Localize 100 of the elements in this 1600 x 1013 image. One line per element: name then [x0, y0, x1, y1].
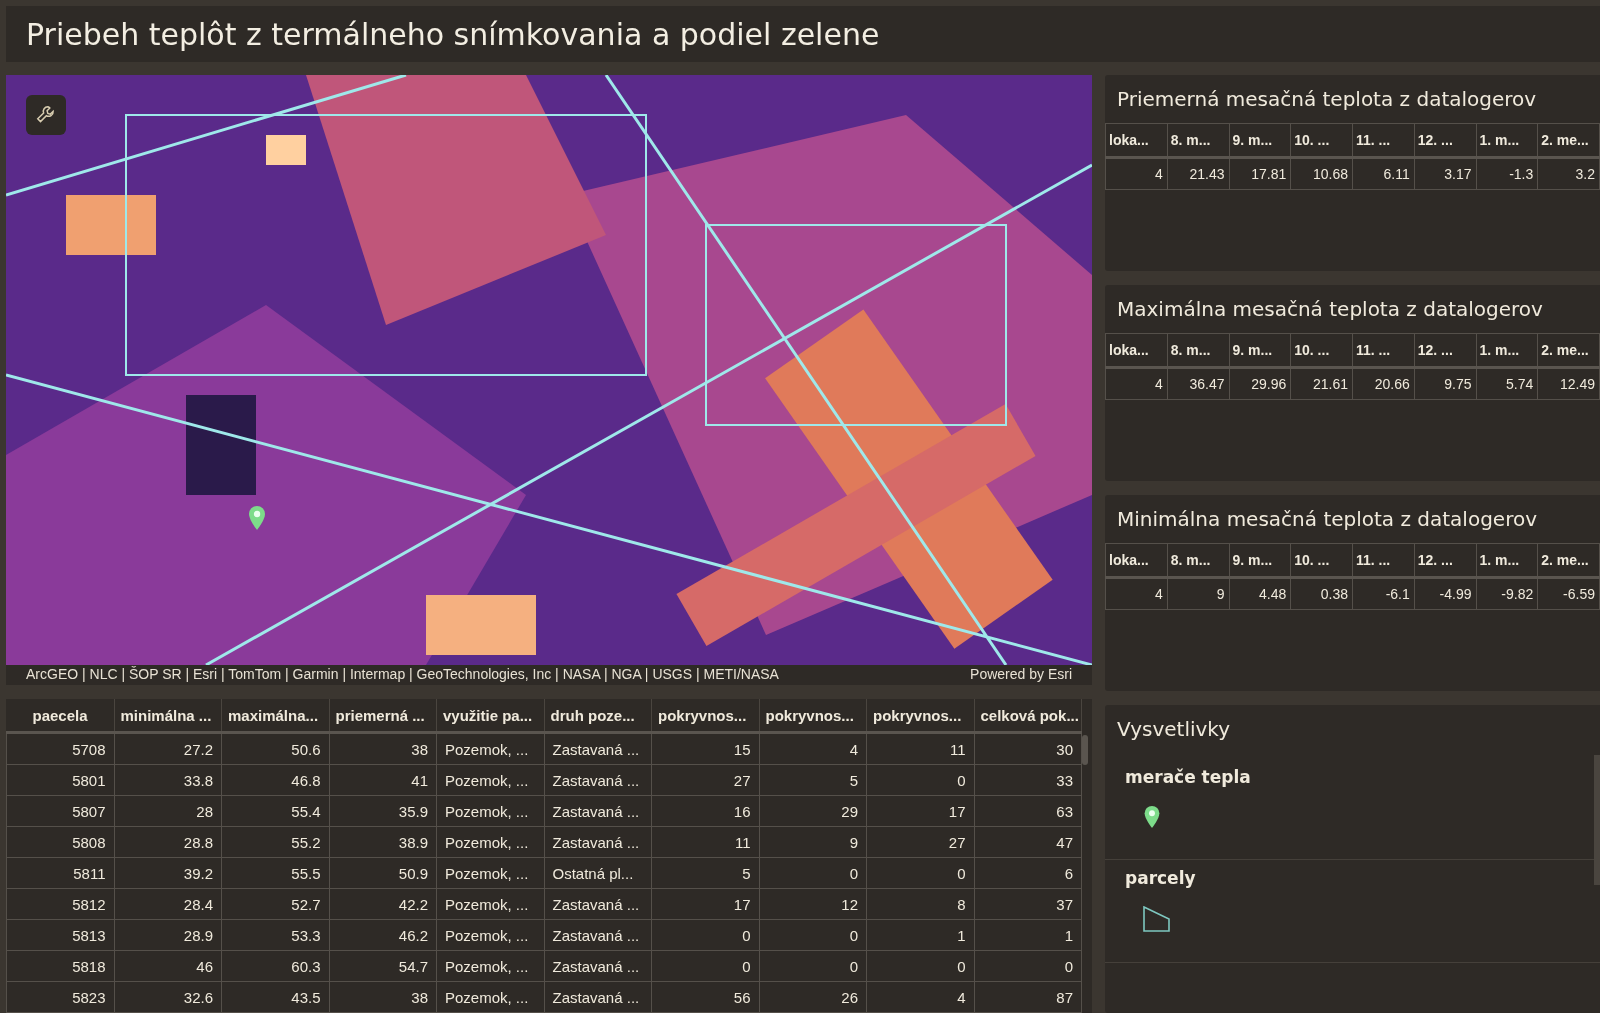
column-header[interactable]: 11. ...: [1352, 543, 1415, 578]
column-header[interactable]: využitie pa...: [436, 699, 544, 733]
table-cell: 39.2: [114, 857, 222, 889]
table-cell: Zastavaná ...: [544, 981, 652, 1013]
table-cell: 50.6: [221, 732, 329, 765]
column-header[interactable]: 1. m...: [1476, 123, 1538, 158]
column-header[interactable]: 1. m...: [1476, 543, 1538, 578]
table-cell: Pozemok, ...: [436, 919, 544, 951]
table-cell: 9.75: [1414, 367, 1476, 400]
table-cell: 52.7: [221, 888, 329, 920]
table-cell: 21.43: [1167, 157, 1229, 190]
table-cell: 6.11: [1352, 157, 1415, 190]
table-cell: 46.2: [329, 919, 437, 951]
table-cell: 29: [759, 795, 867, 827]
table-cell: 26: [759, 981, 867, 1013]
column-header[interactable]: 10. ...: [1290, 543, 1353, 578]
table-cell: 5: [759, 764, 867, 796]
column-header[interactable]: 12. ...: [1414, 123, 1476, 158]
dashboard-title: Priebeh teplôt z termálneho snímkovania a podiel zelene: [26, 16, 880, 52]
table-cell: Pozemok, ...: [436, 857, 544, 889]
column-header[interactable]: 9. m...: [1229, 543, 1291, 578]
table-cell: 27.2: [114, 732, 222, 765]
column-header[interactable]: 9. m...: [1229, 123, 1291, 158]
column-header[interactable]: 2. me...: [1537, 123, 1600, 158]
table-cell: Pozemok, ...: [436, 732, 544, 765]
column-header[interactable]: loka...: [1105, 543, 1168, 578]
table-cell: 35.9: [329, 795, 437, 827]
column-header[interactable]: pokryvnos...: [866, 699, 974, 733]
table-cell: 29.96: [1229, 367, 1291, 400]
table-cell: 28: [114, 795, 222, 827]
table-cell: 38: [329, 732, 437, 765]
column-header[interactable]: druh poze...: [544, 699, 652, 733]
column-header[interactable]: 10. ...: [1290, 123, 1353, 158]
column-header[interactable]: 9. m...: [1229, 333, 1291, 368]
table-cell: 0: [759, 950, 867, 982]
table-cell: 42.2: [329, 888, 437, 920]
column-header[interactable]: 2. me...: [1537, 543, 1600, 578]
column-header[interactable]: 11. ...: [1352, 333, 1415, 368]
column-header[interactable]: maximálna...: [221, 699, 329, 733]
table-cell: 4.48: [1229, 577, 1291, 610]
table-cell: 5807: [6, 795, 114, 827]
table-cell: 11: [866, 732, 974, 765]
table-cell: Pozemok, ...: [436, 981, 544, 1013]
table-cell: 16: [651, 795, 759, 827]
wrench-icon: [35, 104, 57, 126]
table-cell: 4: [1105, 367, 1168, 400]
powered-by-link[interactable]: Powered by Esri: [970, 666, 1072, 682]
table-cell: 8: [866, 888, 974, 920]
table-cell: 3.17: [1414, 157, 1476, 190]
scrollbar[interactable]: [1594, 755, 1600, 885]
column-header[interactable]: 10. ...: [1290, 333, 1353, 368]
table-cell: 4: [759, 732, 867, 765]
table-cell: 1: [974, 919, 1082, 951]
table-cell: 17: [651, 888, 759, 920]
table-cell: Zastavaná ...: [544, 950, 652, 982]
column-header[interactable]: priemerná ...: [329, 699, 437, 733]
scrollbar[interactable]: [1082, 735, 1088, 765]
column-header[interactable]: 12. ...: [1414, 333, 1476, 368]
table-cell: 12.49: [1537, 367, 1600, 400]
table-cell: 0: [759, 857, 867, 889]
column-header[interactable]: celková pok...: [974, 699, 1082, 733]
column-header[interactable]: minimálna ...: [114, 699, 222, 733]
column-header[interactable]: loka...: [1105, 333, 1168, 368]
table-cell: 38.9: [329, 826, 437, 858]
column-header[interactable]: pokryvnos...: [759, 699, 867, 733]
column-header[interactable]: loka...: [1105, 123, 1168, 158]
table-cell: 54.7: [329, 950, 437, 982]
table-cell: 28.8: [114, 826, 222, 858]
table-cell: 27: [651, 764, 759, 796]
table-cell: Pozemok, ...: [436, 950, 544, 982]
table-cell: Pozemok, ...: [436, 764, 544, 796]
table-cell: -6.59: [1537, 577, 1600, 610]
table-cell: -4.99: [1414, 577, 1476, 610]
column-header[interactable]: 8. m...: [1167, 333, 1229, 368]
wrench-button[interactable]: [26, 95, 66, 135]
map-attribution: ArcGEO | NLC | ŠOP SR | Esri | TomTom | Garmin | Intermap | GeoTechnologies, Inc | NASA | NGA | USGS | METI/NASA: [26, 666, 779, 682]
table-cell: 5.74: [1476, 367, 1538, 400]
column-header[interactable]: 11. ...: [1352, 123, 1415, 158]
table-cell: 55.4: [221, 795, 329, 827]
table-cell: 5813: [6, 919, 114, 951]
table-cell: 4: [866, 981, 974, 1013]
table-cell: 9: [759, 826, 867, 858]
column-header[interactable]: paecela: [6, 699, 114, 733]
column-header[interactable]: pokryvnos...: [651, 699, 759, 733]
table-cell: 5708: [6, 732, 114, 765]
table-cell: 28.9: [114, 919, 222, 951]
column-header[interactable]: 8. m...: [1167, 123, 1229, 158]
table-cell: 12: [759, 888, 867, 920]
column-header[interactable]: 8. m...: [1167, 543, 1229, 578]
table-cell: 5812: [6, 888, 114, 920]
table-cell: 56: [651, 981, 759, 1013]
table-cell: 4: [1105, 157, 1168, 190]
panel-title: Vysvetlivky: [1116, 716, 1232, 743]
table-cell: 30: [974, 732, 1082, 765]
table-cell: 33: [974, 764, 1082, 796]
column-header[interactable]: 2. me...: [1537, 333, 1600, 368]
column-header[interactable]: 1. m...: [1476, 333, 1538, 368]
table-cell: Zastavaná ...: [544, 826, 652, 858]
table-cell: 27: [866, 826, 974, 858]
column-header[interactable]: 12. ...: [1414, 543, 1476, 578]
